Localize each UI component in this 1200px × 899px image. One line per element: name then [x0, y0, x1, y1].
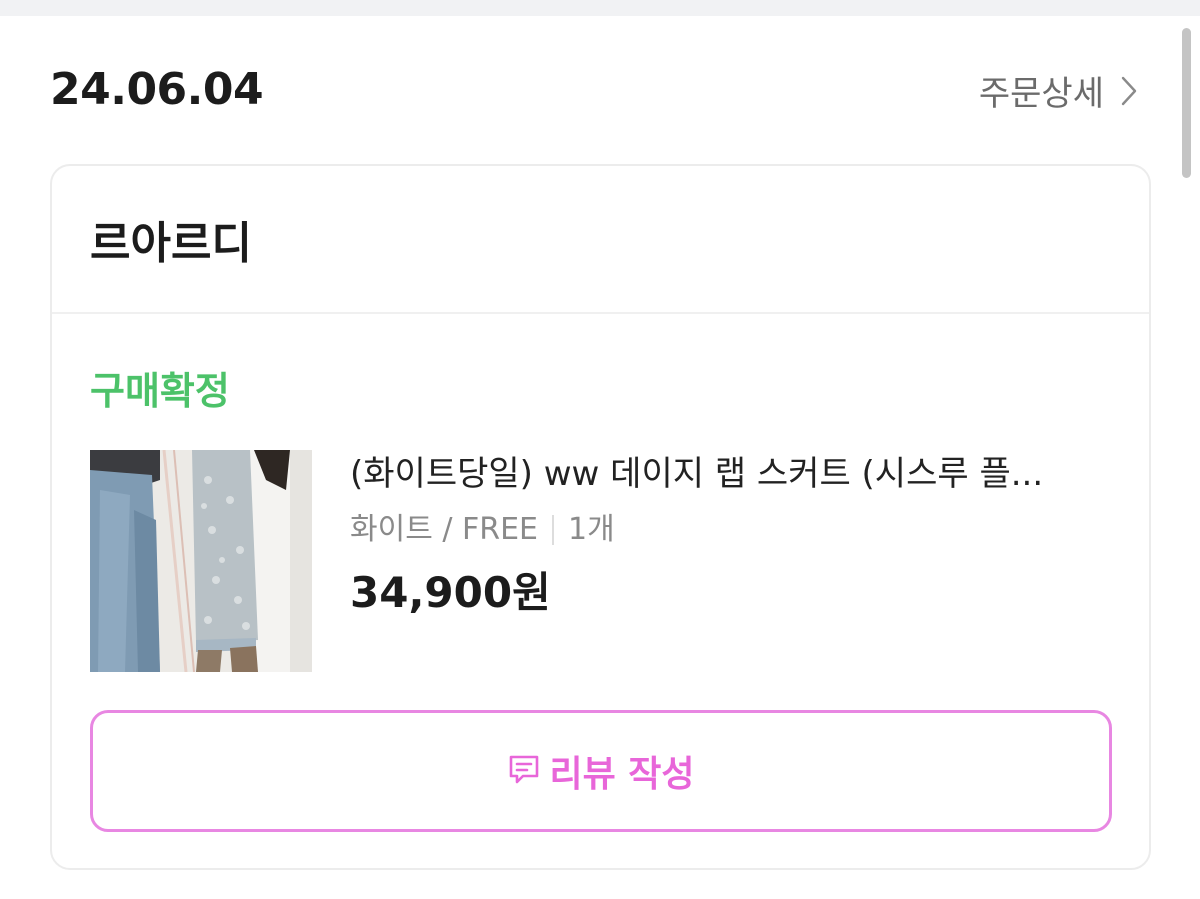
- product-title[interactable]: (화이트당일) ww 데이지 랩 스커트 (시스루 플...: [350, 452, 1102, 496]
- order-date: 24.06.04: [50, 64, 264, 115]
- top-strip: [0, 0, 1200, 16]
- product-row[interactable]: (화이트당일) ww 데이지 랩 스커트 (시스루 플... 화이트 / FRE…: [90, 450, 1110, 672]
- option-divider: [552, 515, 554, 545]
- product-thumbnail[interactable]: [90, 450, 312, 672]
- product-info: (화이트당일) ww 데이지 랩 스커트 (시스루 플... 화이트 / FRE…: [350, 450, 1110, 620]
- store-header: 르아르디: [52, 166, 1149, 314]
- chevron-right-icon: [1120, 75, 1138, 107]
- product-option: 화이트 / FREE: [350, 512, 538, 547]
- review-write-icon: [507, 752, 541, 790]
- write-review-label: 리뷰 작성: [549, 754, 695, 795]
- scrollbar-thumb[interactable]: [1182, 28, 1191, 178]
- order-detail-label: 주문상세: [978, 74, 1104, 114]
- order-status: 구매확정: [90, 369, 230, 413]
- product-price: 34,900원: [350, 568, 551, 617]
- product-options: 화이트 / FREE 1개: [350, 510, 1110, 550]
- order-card: 르아르디 구매확정 (화이트당일) ww 데이지 랩 스커트 (시스루 플...…: [50, 164, 1151, 870]
- store-name[interactable]: 르아르디: [90, 207, 252, 271]
- write-review-button[interactable]: 리뷰 작성: [90, 710, 1112, 832]
- product-quantity: 1개: [568, 512, 615, 547]
- order-detail-link[interactable]: 주문상세: [979, 66, 1138, 115]
